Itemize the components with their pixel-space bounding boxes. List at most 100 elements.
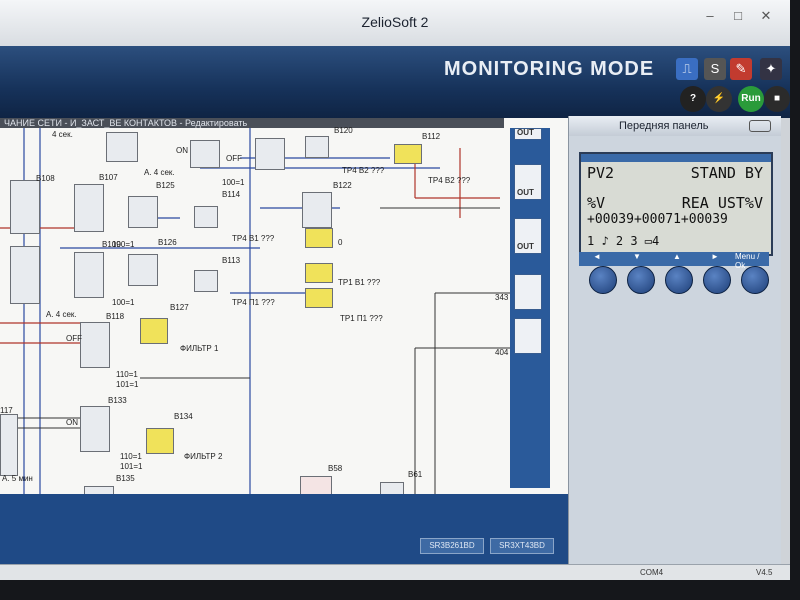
monitor-bezel — [0, 580, 800, 600]
front-panel: Передняя панель PV2 STAND BY %V REA UST%… — [568, 116, 781, 564]
lightning-icon[interactable]: ⚡ — [706, 86, 732, 112]
key-left[interactable] — [589, 266, 617, 294]
block-label: B58 — [328, 464, 343, 473]
seven-segment-block[interactable] — [300, 476, 332, 494]
equation-label: 100=1 — [112, 298, 135, 307]
lcd-row-1: PV2 STAND BY — [587, 164, 763, 182]
collapse-button[interactable] — [749, 120, 771, 132]
key-up[interactable] — [665, 266, 693, 294]
mode-title: MONITORING MODE — [444, 58, 655, 80]
block-label: B120 — [334, 126, 353, 135]
title-bar: ZelioSoft 2 – □ ✕ — [0, 0, 790, 47]
display-block[interactable] — [305, 288, 333, 308]
signal-label: ТР4 В2 ??? — [342, 166, 385, 175]
key-right[interactable] — [703, 266, 731, 294]
display-block[interactable] — [140, 318, 168, 344]
close-button[interactable]: ✕ — [756, 8, 776, 24]
stop-button[interactable]: ■ — [764, 86, 790, 112]
front-panel-header: Передняя панель — [569, 116, 781, 136]
lcd-row-2: %V REA UST%V — [587, 194, 763, 212]
display-block[interactable] — [305, 263, 333, 283]
value-label: 0 — [338, 238, 343, 247]
function-block[interactable] — [80, 406, 110, 452]
function-block[interactable] — [84, 486, 114, 494]
function-block[interactable] — [0, 414, 18, 476]
function-block[interactable] — [380, 482, 404, 494]
main-toolbar: MONITORING MODE ⎍ S ✎ ✦ ? ⚡ Run ■ — [0, 46, 790, 118]
block-label: B122 — [333, 181, 352, 190]
lcd-header-bar — [581, 154, 771, 162]
monitor-icon[interactable]: ⎍ — [676, 58, 698, 80]
function-block[interactable] — [190, 140, 220, 168]
edit-icon[interactable]: ✎ — [730, 58, 752, 80]
equation-label: 100=1 — [222, 178, 245, 187]
equation-label: 110=1 — [116, 370, 138, 379]
key-down[interactable] — [627, 266, 655, 294]
block-label: B127 — [170, 303, 189, 312]
key-menu-ok[interactable] — [741, 266, 769, 294]
filter-label: ФИЛЬТР 2 — [184, 452, 223, 461]
fbd-editor-canvas[interactable]: ЧАНИЕ СЕТИ - И_ЗАСТ_ВЕ КОНТАКТОВ - Редак… — [0, 118, 568, 494]
equation-label: 101=1 — [116, 380, 139, 389]
front-panel-title: Передняя панель — [619, 120, 709, 132]
state-label: ON — [176, 146, 188, 155]
run-button[interactable]: Run — [738, 86, 764, 112]
block-label: B112 — [422, 132, 441, 141]
logic-gate-block[interactable] — [194, 206, 218, 228]
function-block[interactable] — [10, 180, 40, 234]
block-label: B135 — [116, 474, 135, 483]
signal-label: ТР1 В1 ??? — [338, 278, 381, 287]
function-block[interactable] — [128, 254, 158, 286]
block-label: B118 — [106, 312, 125, 321]
timer-label: 4 сек. — [52, 130, 73, 139]
maximize-button[interactable]: □ — [728, 8, 748, 23]
timer-label: A. 4 сек. — [144, 168, 175, 177]
function-block[interactable] — [302, 192, 332, 228]
function-block[interactable] — [128, 196, 158, 228]
minimize-button[interactable]: – — [700, 8, 720, 23]
lcd-row-4: 1 ♪ 2 3 ▭4 — [587, 234, 660, 248]
function-block[interactable] — [106, 132, 138, 162]
function-block[interactable] — [255, 138, 285, 170]
block-label: B61 — [408, 470, 423, 479]
block-label: B107 — [99, 173, 118, 182]
state-label: ON — [66, 418, 78, 427]
timer-label: A. 5 мин — [2, 474, 33, 483]
function-block[interactable] — [74, 252, 104, 298]
display-block[interactable] — [146, 428, 174, 454]
state-label: OFF — [226, 154, 242, 163]
output-block[interactable]: OUT — [514, 128, 542, 140]
block-label: 117 — [0, 406, 13, 415]
analog-value: 343 — [495, 293, 509, 302]
extension-model-button[interactable]: SR3XT43BD — [490, 538, 554, 554]
help-icon[interactable]: ? — [680, 86, 706, 112]
monitor-bezel-right — [790, 0, 800, 600]
function-block[interactable] — [80, 322, 110, 368]
equation-label: 100=1 — [112, 240, 135, 249]
signal-label: ТР4 В1 ??? — [232, 234, 275, 243]
status-bar: COM4 V4.5 — [0, 564, 790, 580]
output-block[interactable]: OUT — [514, 218, 542, 254]
simulation-icon[interactable]: S — [704, 58, 726, 80]
analog-output-block[interactable] — [514, 274, 542, 310]
timer-label: A. 4 сек. — [46, 310, 77, 319]
controller-model-button[interactable]: SR3B261BD — [420, 538, 484, 554]
display-block[interactable] — [305, 228, 333, 248]
version-label: V4.5 — [756, 568, 773, 577]
key-labels: ◄ ▼ ▲ ► Menu / Ok — [579, 252, 769, 270]
settings-icon[interactable]: ✦ — [760, 58, 782, 80]
output-block[interactable]: OUT — [514, 164, 542, 200]
function-block[interactable] — [10, 246, 40, 304]
signal-label: ТР4 В2 ??? — [428, 176, 471, 185]
display-block[interactable] — [394, 144, 422, 164]
status-area: SR3B261BD SR3XT43BD — [0, 494, 568, 564]
block-label: B133 — [108, 396, 127, 405]
state-label: OFF — [66, 334, 82, 343]
equation-label: 110=1 — [120, 452, 142, 461]
logic-gate-block[interactable] — [194, 270, 218, 292]
logic-gate-block[interactable] — [305, 136, 329, 158]
window-title: ZelioSoft 2 — [361, 14, 429, 30]
equation-label: 101=1 — [120, 462, 143, 471]
analog-output-block[interactable] — [514, 318, 542, 354]
function-block[interactable] — [74, 184, 104, 232]
